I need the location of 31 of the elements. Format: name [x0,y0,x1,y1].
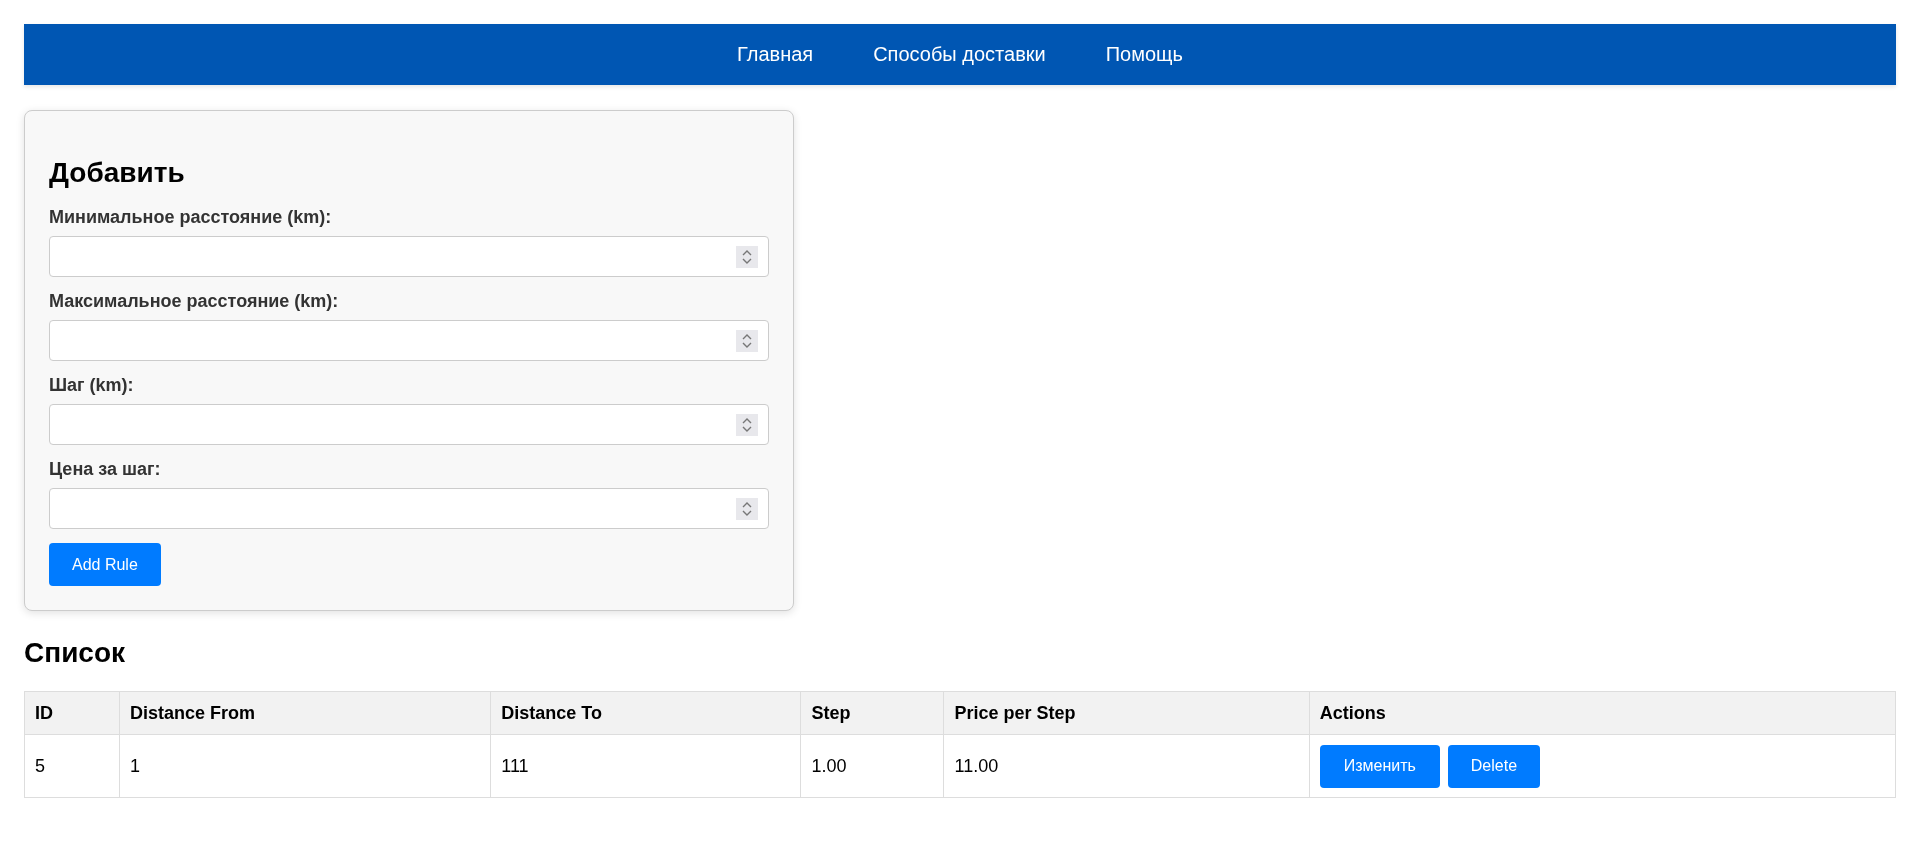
add-rule-button[interactable]: Add Rule [49,543,161,586]
table-cell: 1.00 [800,734,944,798]
nav-link[interactable]: Помощь [1105,43,1183,66]
number-input-field[interactable] [49,488,769,529]
spinner-icon[interactable] [736,414,758,436]
list-title: Список [24,637,127,669]
delete-button[interactable]: Delete [1447,744,1541,788]
table-cell: 111 [490,734,801,798]
spinner-icon[interactable] [736,246,758,268]
column-header: Distance From [119,691,491,735]
table-cell: 11.00 [943,734,1310,798]
field-label: Минимальное расстояние (km): [49,207,333,228]
field-label: Максимальное расстояние (km): [49,291,340,312]
nav-link[interactable]: Способы доставки [873,43,1046,66]
field-label: Шаг (km): [49,375,135,396]
nav-link[interactable]: Главная [737,43,814,66]
table-cell: 5 [24,734,120,798]
column-header: Distance To [490,691,801,735]
table-cell: 1 [119,734,491,798]
column-header: Price per Step [943,691,1310,735]
form-title: Добавить [49,157,186,189]
field-label: Цена за шаг: [49,459,162,480]
spinner-icon[interactable] [736,330,758,352]
number-input-field[interactable] [49,236,769,277]
number-input-field[interactable] [49,320,769,361]
column-header: Actions [1309,691,1896,735]
column-header: ID [24,691,120,735]
edit-button[interactable]: Изменить [1319,744,1440,788]
number-input-field[interactable] [49,404,769,445]
spinner-icon[interactable] [736,498,758,520]
column-header: Step [800,691,944,735]
